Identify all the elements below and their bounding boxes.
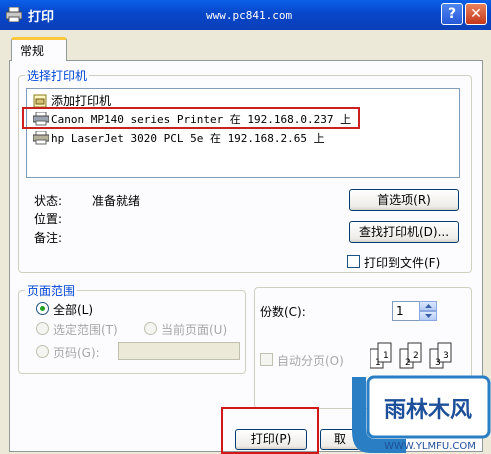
help-button[interactable]: ?	[441, 3, 463, 25]
add-printer-icon	[33, 94, 47, 107]
page-num: 2	[413, 351, 419, 361]
page-num: 3	[435, 358, 441, 368]
copies-input[interactable]: 1	[392, 301, 420, 321]
find-printer-button[interactable]: 查找打印机(D)...	[349, 221, 459, 243]
print-to-file-checkbox[interactable]	[347, 255, 360, 268]
page-num: 2	[405, 358, 411, 368]
watermark-url: www.pc841.com	[206, 9, 293, 22]
range-selection-label: 选定范围(T)	[53, 323, 118, 337]
printer-item-hp[interactable]: hp LaserJet 3020 PCL 5e 在 192.168.2.65 上	[33, 130, 325, 146]
range-pages-radio[interactable]	[36, 345, 49, 358]
tab-general[interactable]: 常规	[11, 37, 67, 61]
copies-spinner[interactable]	[419, 301, 437, 321]
range-current-page-radio[interactable]	[144, 322, 157, 335]
range-pages-label: 页码(G):	[53, 346, 100, 360]
spin-up-button[interactable]	[419, 301, 437, 311]
selection-highlight-frame	[22, 107, 360, 129]
select-printer-legend: 选择打印机	[27, 69, 88, 83]
status-value: 准备就绪	[92, 194, 141, 208]
close-button[interactable]: ✕	[465, 3, 487, 25]
printer-list[interactable]: 添加打印机 Canon MP140 series Printer 在 192.1…	[26, 88, 460, 178]
collate-label: 自动分页(O)	[277, 354, 344, 368]
printer-item-label: hp LaserJet 3020 PCL 5e 在 192.168.2.65 上	[51, 132, 325, 145]
page-range-legend: 页面范围	[27, 284, 76, 298]
pages-input[interactable]	[118, 342, 240, 360]
comment-label: 备注:	[34, 231, 63, 245]
status-label: 状态:	[34, 194, 63, 208]
location-label: 位置:	[34, 212, 63, 226]
printer-icon	[6, 7, 22, 22]
print-button-highlight-frame	[221, 407, 319, 454]
range-all-label: 全部(L)	[53, 303, 94, 317]
title-bar: 打印 www.pc841.com ? ✕	[0, 0, 491, 30]
spin-down-button[interactable]	[419, 311, 437, 321]
printer-item-add[interactable]: 添加打印机	[33, 92, 111, 108]
page-num: 3	[443, 351, 449, 361]
printer-item-label: 添加打印机	[51, 94, 112, 108]
watermark-brand: 雨林木风	[384, 398, 472, 423]
window-title: 打印	[28, 10, 55, 25]
printer-icon	[33, 131, 49, 145]
preferences-button[interactable]: 首选项(R)	[349, 189, 459, 211]
copies-label: 份数(C):	[260, 305, 306, 319]
ylmf-watermark-logo: 雨林木风 WWW.YLMFU.COM	[352, 375, 491, 453]
range-all-radio[interactable]	[36, 302, 49, 315]
chevron-down-icon	[424, 314, 432, 318]
chevron-up-icon	[424, 304, 432, 308]
range-current-page-label: 当前页面(U)	[161, 323, 228, 337]
collate-checkbox[interactable]	[260, 353, 273, 366]
print-to-file-label: 打印到文件(F)	[364, 256, 441, 270]
range-selection-radio[interactable]	[36, 322, 49, 335]
page-num: 1	[375, 358, 381, 368]
page-num: 1	[383, 351, 389, 361]
watermark-logo-url: WWW.YLMFU.COM	[384, 441, 476, 452]
